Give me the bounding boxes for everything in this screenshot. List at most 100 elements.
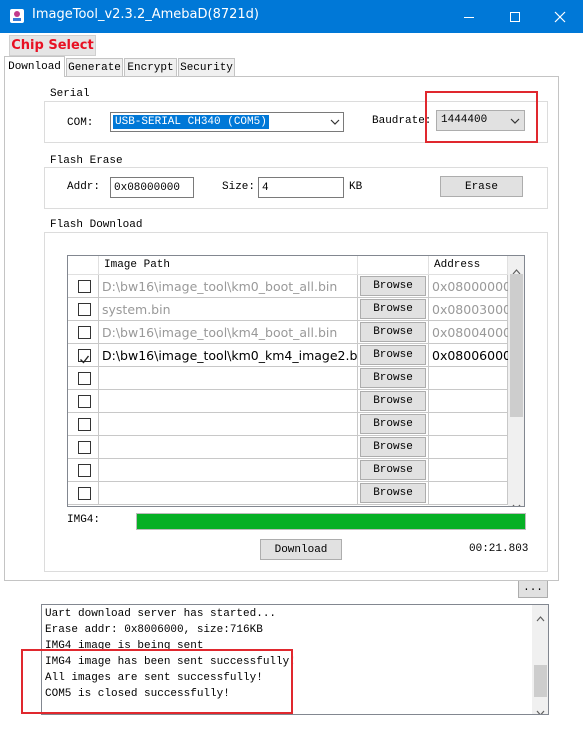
table-header-browse xyxy=(358,256,429,275)
row-check-cell xyxy=(68,275,99,298)
tab-security[interactable]: Security xyxy=(178,58,235,76)
table-row: Browse xyxy=(68,390,508,413)
table-body: D:\bw16\image_tool\km0_boot_all.bin Brows… xyxy=(68,275,511,506)
row-address[interactable] xyxy=(429,436,508,459)
row-check-cell xyxy=(68,482,99,505)
browse-button[interactable]: Browse xyxy=(360,299,426,319)
download-button[interactable]: Download xyxy=(260,539,342,560)
browse-button[interactable]: Browse xyxy=(360,460,426,480)
row-image-path[interactable]: system.bin xyxy=(99,298,358,321)
close-button[interactable] xyxy=(537,0,583,33)
browse-button[interactable]: Browse xyxy=(360,483,426,503)
size-label: Size: xyxy=(222,181,256,193)
row-address[interactable]: 0x08000000 xyxy=(429,275,511,298)
log-line: COM5 is closed successfully! xyxy=(45,688,230,700)
table-row: D:\bw16\image_tool\km0_boot_all.bin Brows… xyxy=(68,275,511,298)
row-address[interactable]: 0x08006000 xyxy=(429,344,511,367)
row-browse-cell: Browse xyxy=(358,298,429,321)
serial-group-title: Serial xyxy=(48,88,92,100)
row-checkbox[interactable] xyxy=(78,441,91,454)
row-browse-cell: Browse xyxy=(358,321,429,344)
row-image-path[interactable] xyxy=(99,482,358,505)
window-title: ImageTool_v2.3.2_AmebaD(8721d) xyxy=(32,7,259,22)
row-checkbox[interactable] xyxy=(78,326,91,339)
erase-button[interactable]: Erase xyxy=(440,176,523,197)
row-address[interactable] xyxy=(429,459,508,482)
row-image-path[interactable] xyxy=(99,436,358,459)
row-address[interactable] xyxy=(429,367,508,390)
scroll-up-icon[interactable] xyxy=(536,609,545,627)
browse-button[interactable]: Browse xyxy=(360,414,426,434)
row-image-path[interactable]: D:\bw16\image_tool\km0_boot_all.bin xyxy=(99,275,358,298)
row-image-path[interactable]: D:\bw16\image_tool\km4_boot_all.bin xyxy=(99,321,358,344)
addr-label: Addr: xyxy=(67,181,101,193)
browse-button[interactable]: Browse xyxy=(360,368,426,388)
scroll-down-icon[interactable] xyxy=(536,703,545,714)
row-checkbox[interactable] xyxy=(78,418,91,431)
browse-button[interactable]: Browse xyxy=(360,437,426,457)
row-checkbox[interactable] xyxy=(78,372,91,385)
table-header-address: Address xyxy=(429,256,508,275)
close-icon xyxy=(554,11,566,22)
row-address[interactable]: 0x08004000 xyxy=(429,321,511,344)
tab-encrypt[interactable]: Encrypt xyxy=(124,58,177,76)
scroll-thumb[interactable] xyxy=(510,274,523,417)
log-line: All images are sent successfully! xyxy=(45,672,263,684)
row-browse-cell: Browse xyxy=(358,413,429,436)
progress-fill xyxy=(137,514,525,529)
flash-erase-title: Flash Erase xyxy=(48,155,125,167)
log-output[interactable]: Uart download server has started... Erase… xyxy=(41,604,549,715)
log-line: Uart download server has started... xyxy=(45,608,277,620)
browse-button[interactable]: Browse xyxy=(360,391,426,411)
row-checkbox[interactable] xyxy=(78,349,91,364)
row-checkbox[interactable] xyxy=(78,487,91,500)
browse-button[interactable]: Browse xyxy=(360,322,426,342)
row-address[interactable] xyxy=(429,390,508,413)
row-image-path[interactable]: D:\bw16\image_tool\km0_km4_image2.bin xyxy=(99,344,358,367)
row-image-path[interactable] xyxy=(99,367,358,390)
row-checkbox[interactable] xyxy=(78,395,91,408)
app-icon xyxy=(9,8,25,24)
row-checkbox[interactable] xyxy=(78,280,91,293)
baudrate-select[interactable]: 1444400 xyxy=(436,110,525,131)
tab-generate[interactable]: Generate xyxy=(66,58,123,76)
row-address[interactable] xyxy=(429,482,508,505)
chevron-down-icon xyxy=(507,112,523,130)
row-checkbox[interactable] xyxy=(78,464,91,477)
browse-button[interactable]: Browse xyxy=(360,345,426,365)
flash-download-title: Flash Download xyxy=(48,219,145,231)
table-scrollbar[interactable] xyxy=(508,256,524,506)
tab-download[interactable]: Download xyxy=(4,56,65,77)
baudrate-value: 1444400 xyxy=(441,114,488,126)
com-port-select[interactable]: USB-SERIAL CH340 (COM5) xyxy=(110,112,344,132)
minimize-button[interactable] xyxy=(446,0,492,33)
more-button[interactable]: ... xyxy=(518,578,548,598)
row-browse-cell: Browse xyxy=(358,482,429,505)
scroll-down-icon[interactable] xyxy=(512,495,521,506)
erase-addr-field[interactable]: 0x08000000 xyxy=(110,177,194,198)
maximize-button[interactable] xyxy=(492,0,538,33)
row-check-cell xyxy=(68,390,99,413)
table-header-check xyxy=(68,256,99,275)
table-row: system.bin Browse 0x08003000 xyxy=(68,298,511,321)
row-browse-cell: Browse xyxy=(358,344,429,367)
size-unit: KB xyxy=(349,181,363,193)
row-image-path[interactable] xyxy=(99,413,358,436)
row-browse-cell: Browse xyxy=(358,390,429,413)
row-image-path[interactable] xyxy=(99,390,358,413)
title-bar[interactable]: ImageTool_v2.3.2_AmebaD(8721d) xyxy=(0,0,583,33)
row-address[interactable] xyxy=(429,413,508,436)
checkmark-icon xyxy=(80,355,90,364)
log-scroll-thumb[interactable] xyxy=(534,665,547,697)
elapsed-time: 00:21.803 xyxy=(469,543,529,555)
com-label: COM: xyxy=(67,117,94,129)
browse-button[interactable]: Browse xyxy=(360,276,426,296)
chevron-down-icon xyxy=(327,113,343,131)
table-row: Browse xyxy=(68,413,508,436)
log-scrollbar[interactable] xyxy=(532,605,548,714)
chip-select-button[interactable]: Chip Select xyxy=(9,35,96,56)
erase-size-field[interactable]: 4 xyxy=(258,177,344,198)
row-address[interactable]: 0x08003000 xyxy=(429,298,511,321)
row-image-path[interactable] xyxy=(99,459,358,482)
row-checkbox[interactable] xyxy=(78,303,91,316)
